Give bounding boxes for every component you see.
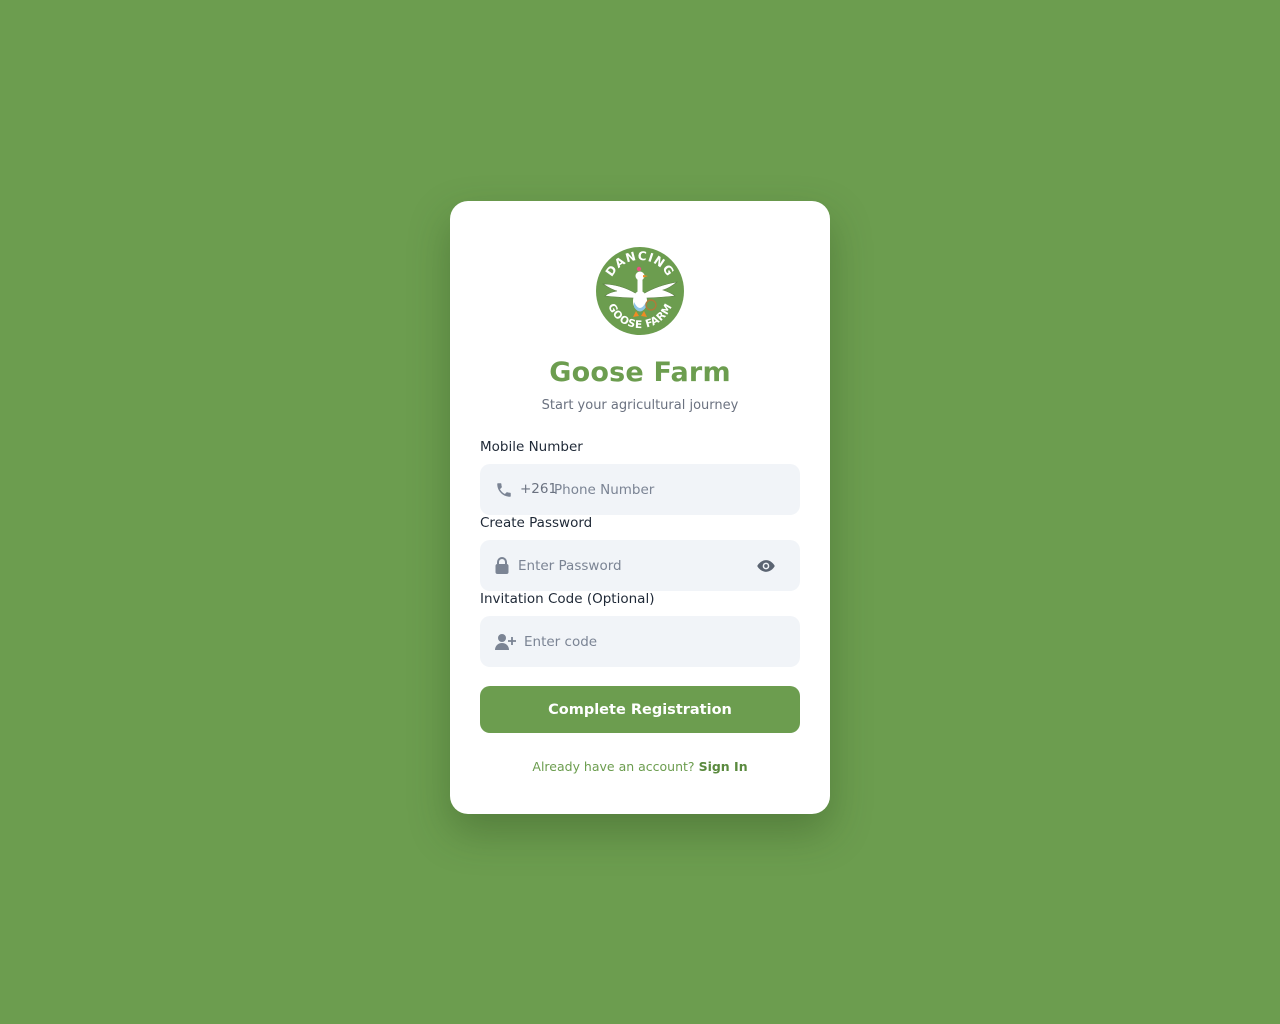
app-title: Goose Farm (549, 357, 731, 388)
lock-icon (494, 557, 512, 575)
invitation-code-input[interactable] (524, 616, 784, 667)
farm-logo: DANCING GOOSE FARM (593, 244, 687, 338)
signin-prompt: Already have an account? Sign In (450, 759, 830, 774)
goose-logo-icon: DANCING GOOSE FARM (594, 245, 686, 337)
eye-icon[interactable] (756, 556, 776, 576)
password-input[interactable] (518, 540, 738, 591)
create-password-label: Create Password (480, 515, 593, 531)
user-plus-icon (495, 633, 517, 651)
phone-icon (495, 481, 513, 499)
complete-registration-button[interactable]: Complete Registration (480, 686, 800, 733)
signin-prompt-text: Already have an account? (532, 759, 695, 774)
phone-number-input[interactable] (554, 464, 784, 515)
password-field[interactable] (480, 540, 800, 591)
country-code-prefix: +261 (520, 481, 558, 497)
invitation-code-label: Invitation Code (Optional) (480, 591, 655, 607)
mobile-number-field[interactable]: +261 (480, 464, 800, 515)
mobile-number-label: Mobile Number (480, 439, 583, 455)
registration-card: DANCING GOOSE FARM Goose Farm Start your… (450, 201, 830, 814)
sign-in-link[interactable]: Sign In (699, 759, 748, 774)
invitation-code-field[interactable] (480, 616, 800, 667)
app-subtitle: Start your agricultural journey (541, 398, 739, 413)
